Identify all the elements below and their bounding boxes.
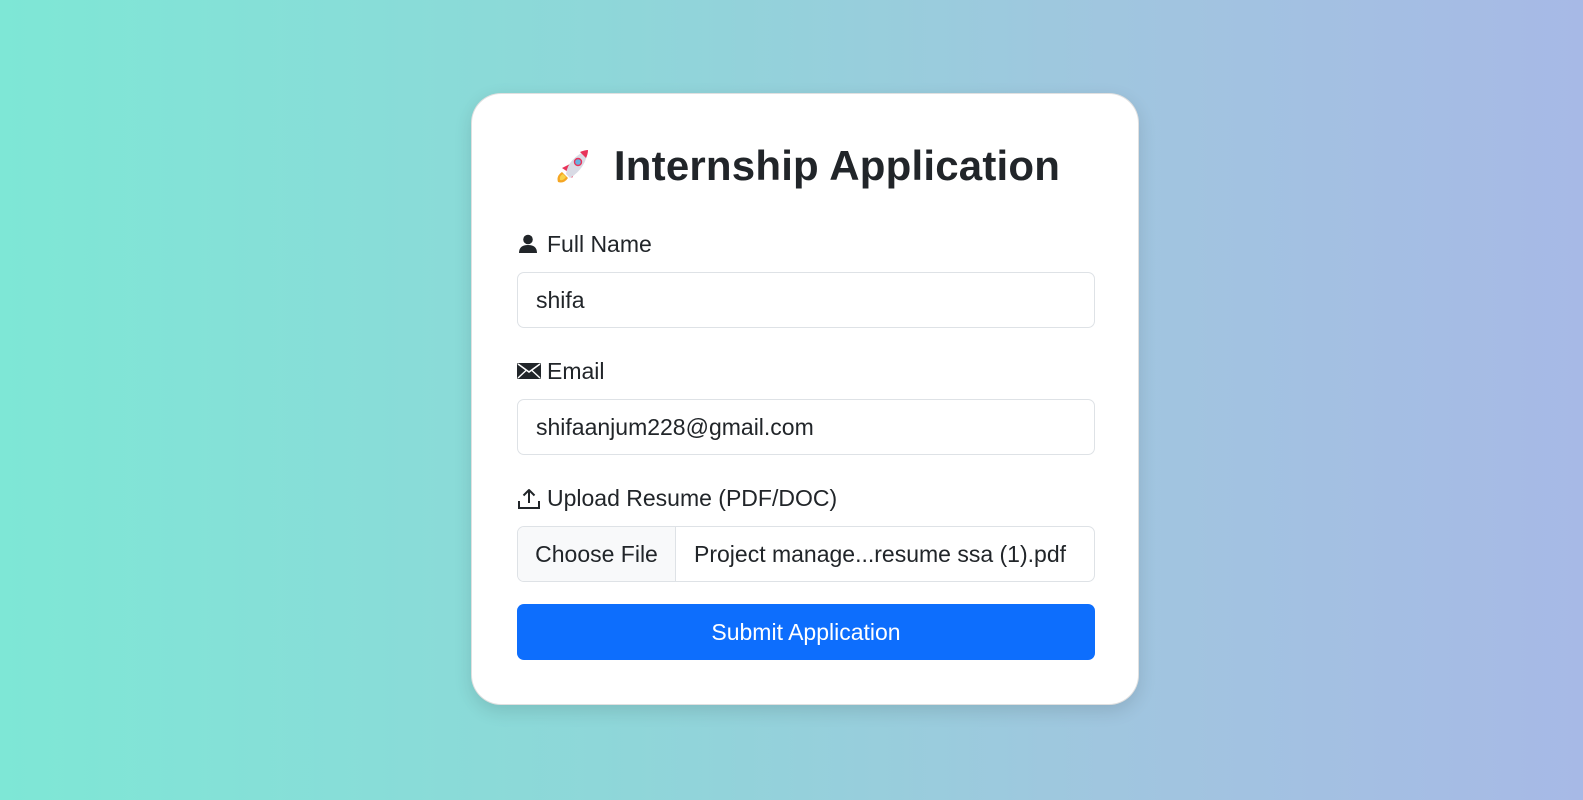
resume-label: Upload Resume (PDF/DOC) <box>547 484 838 511</box>
full-name-label-row: Full Name <box>517 229 1095 259</box>
email-label-row: Email <box>517 356 1095 386</box>
resume-file-input[interactable]: Choose File Project manage...resume ssa … <box>517 526 1095 582</box>
email-input[interactable]: shifaanjum228@gmail.com <box>517 399 1095 455</box>
rocket-icon <box>550 142 598 190</box>
choose-file-button[interactable]: Choose File <box>518 527 676 581</box>
email-value: shifaanjum228@gmail.com <box>536 413 814 440</box>
full-name-label: Full Name <box>547 230 652 257</box>
full-name-value: shifa <box>536 286 585 313</box>
envelope-icon <box>517 360 541 382</box>
submit-button[interactable]: Submit Application <box>517 604 1095 660</box>
full-name-group: Full Name shifa <box>517 229 1095 328</box>
page-title: Internship Application <box>613 142 1061 189</box>
application-card: Internship Application Full Name shifa E… <box>471 93 1139 705</box>
full-name-input[interactable]: shifa <box>517 272 1095 328</box>
resume-group: Upload Resume (PDF/DOC) Choose File Proj… <box>517 483 1095 582</box>
upload-icon <box>517 487 540 509</box>
title-row: Internship Application <box>472 142 1138 190</box>
resume-label-row: Upload Resume (PDF/DOC) <box>517 483 1095 513</box>
selected-file-name: Project manage...resume ssa (1).pdf <box>694 540 1066 567</box>
email-label: Email <box>547 357 605 384</box>
email-group: Email shifaanjum228@gmail.com <box>517 356 1095 455</box>
person-icon <box>517 233 539 255</box>
